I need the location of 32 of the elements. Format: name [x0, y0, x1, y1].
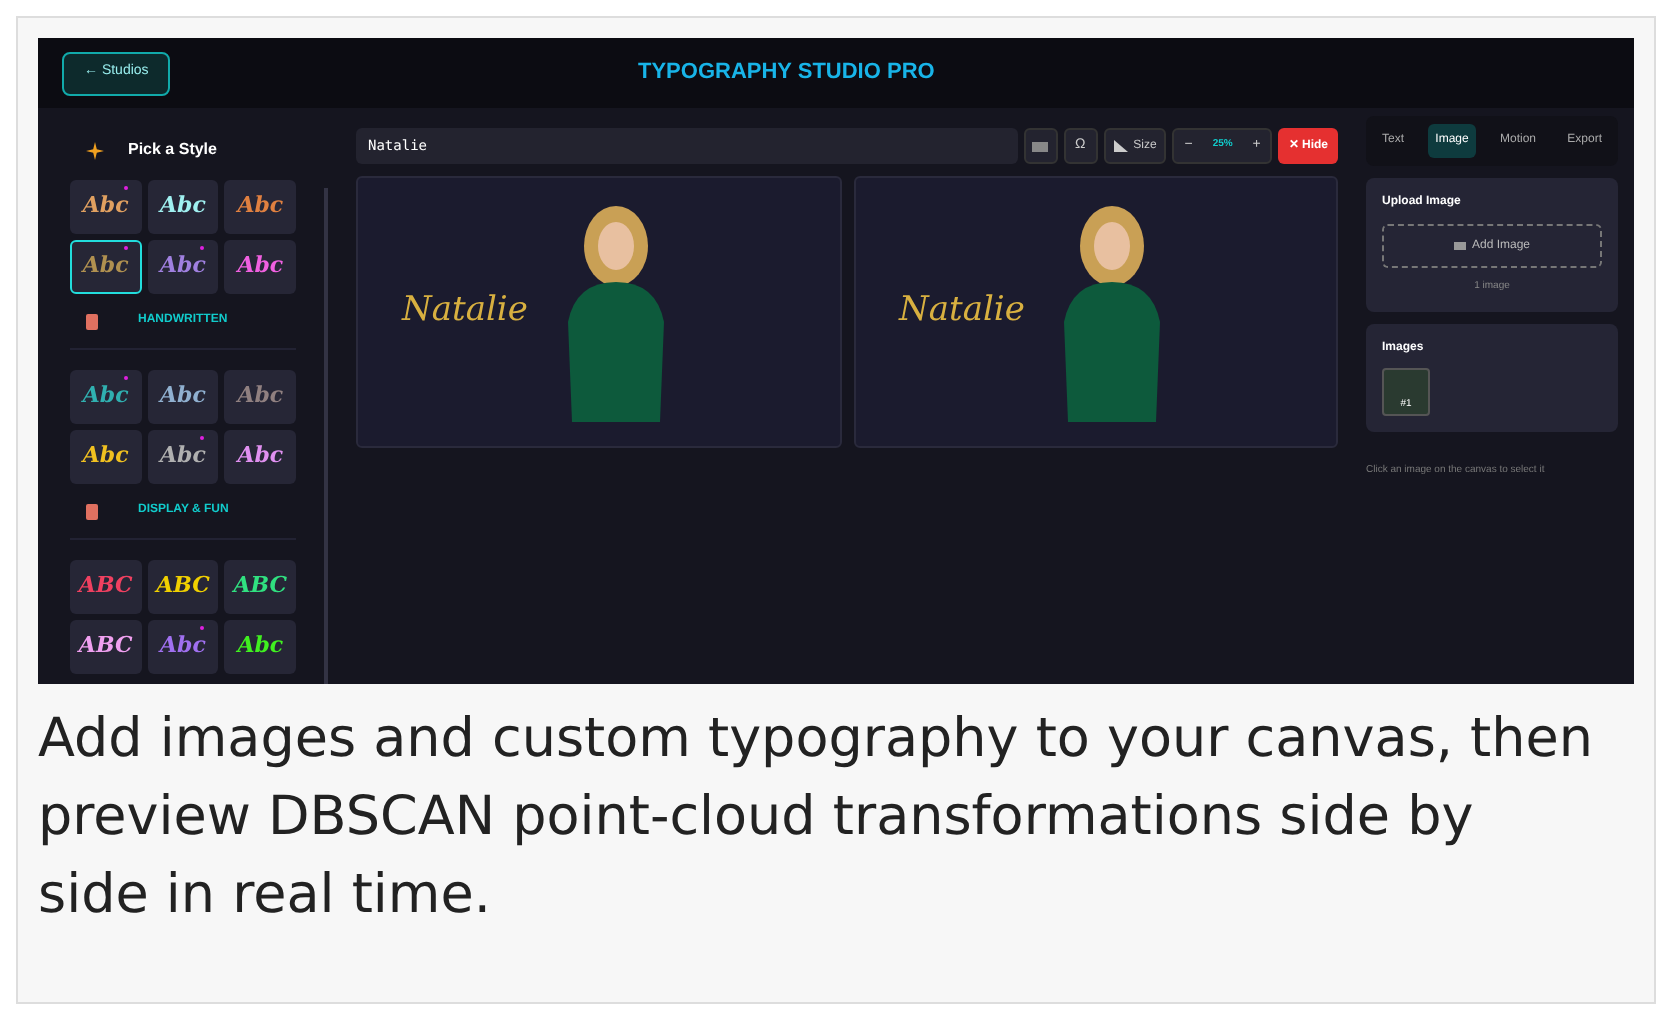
style-tile[interactable]: Abc [224, 430, 296, 484]
style-tile[interactable]: Abc [147, 430, 219, 484]
style-tile[interactable]: Abc [224, 180, 296, 234]
sidebar-title: Pick a Style [128, 138, 217, 162]
style-tile[interactable]: Abc [224, 620, 296, 674]
style-tile[interactable]: Abc [224, 240, 296, 294]
ruler-icon [1113, 140, 1128, 152]
style-tile[interactable]: Abc [70, 180, 142, 234]
style-tile[interactable]: ABC [147, 560, 219, 614]
keyboard-icon [1032, 141, 1049, 151]
style-tile[interactable]: Abc [147, 620, 219, 674]
app-title: TYPOGRAPHY STUDIO PRO [638, 58, 935, 89]
name-text: Natalie [899, 288, 1025, 335]
caption-text: Add images and custom typography to your canvas, then preview DBSCAN point-cloud transformations side by side in real time. [38, 706, 1595, 930]
keyboard-button[interactable] [1023, 128, 1058, 164]
canvas-preview[interactable]: Natalie [356, 176, 841, 448]
style-tile[interactable]: Abc [70, 430, 142, 484]
image-icon [1453, 242, 1466, 250]
sparkle-icon [86, 141, 104, 159]
style-tile[interactable]: ABC [224, 560, 296, 614]
style-tile[interactable]: Abc [147, 240, 219, 294]
category-icon [86, 503, 98, 519]
style-tile[interactable]: Abc [224, 370, 296, 424]
style-tile[interactable]: Abc [70, 370, 142, 424]
canvas-preview[interactable]: Natalie [853, 176, 1338, 448]
style-tile[interactable]: Abc [147, 370, 219, 424]
style-tile[interactable]: Abc [147, 180, 219, 234]
category-icon [86, 313, 98, 329]
style-tile[interactable]: ABC [70, 560, 142, 614]
name-text: Natalie [402, 288, 528, 335]
style-tile[interactable]: Abc [70, 240, 142, 294]
style-tile[interactable]: ABC [70, 620, 142, 674]
